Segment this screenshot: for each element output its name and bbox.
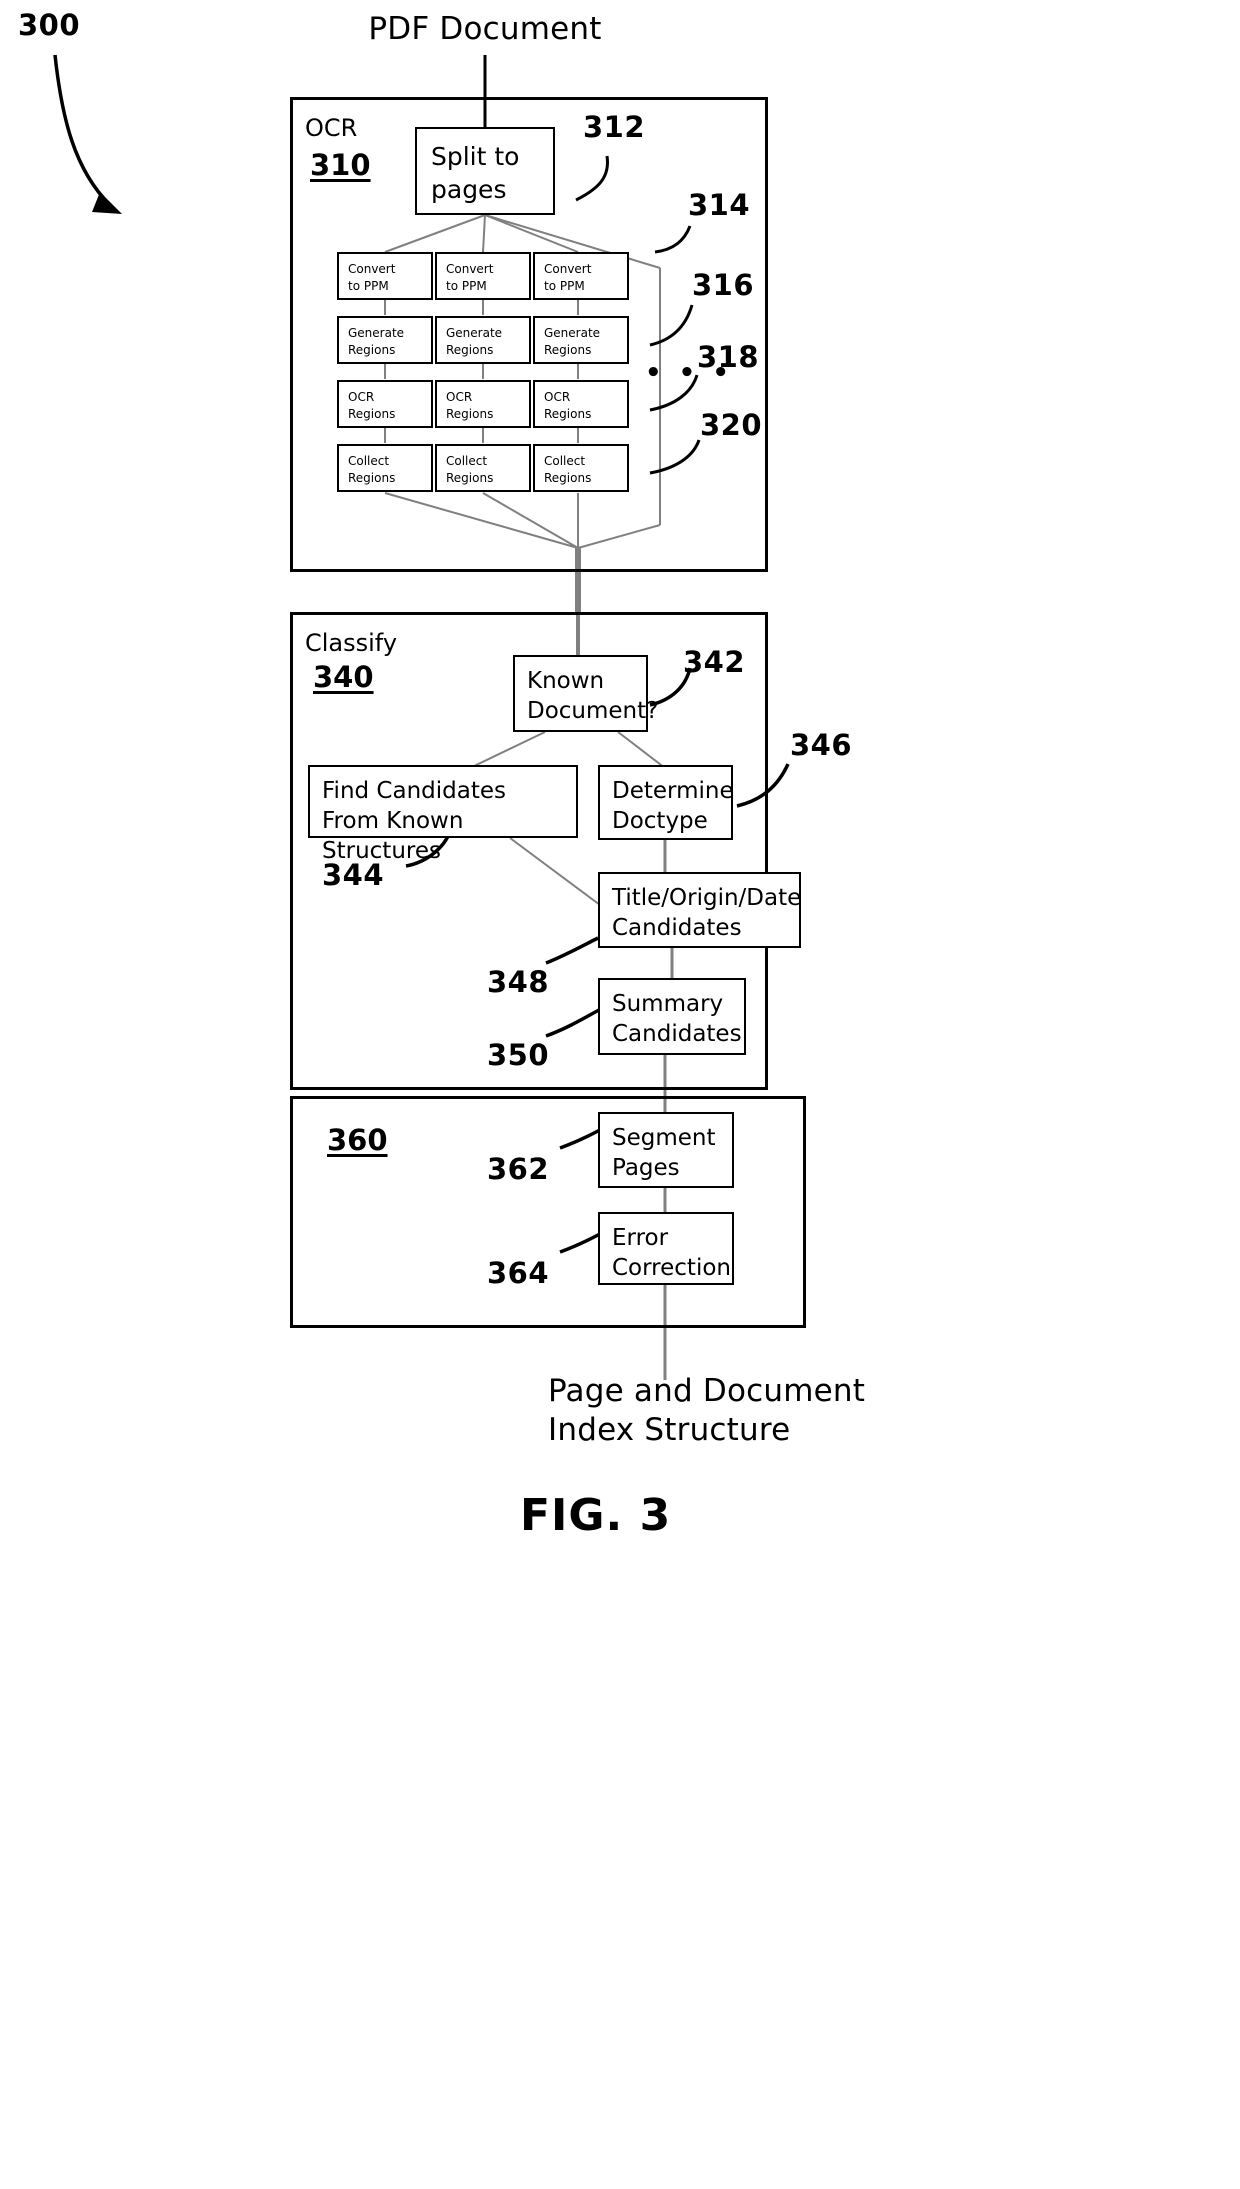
process-box-generate-regions-1[interactable]: Generate Regions [337,316,433,364]
process-box-error-correction[interactable]: Error Correction [598,1212,734,1285]
process-box-summary-candidates[interactable]: Summary Candidates [598,978,746,1055]
process-box-collect-regions-1[interactable]: Collect Regions [337,444,433,492]
section-title-ocr: OCR [305,114,358,142]
section-reference-310: 310 [310,148,371,182]
section-reference-360: 360 [327,1123,388,1157]
process-box-ocr-regions-3[interactable]: OCR Regions [533,380,629,428]
process-box-title-origin-date-candidates[interactable]: Title/Origin/Date Candidates [598,872,801,948]
reference-342: 342 [683,645,746,679]
figure-reference-300: 300 [18,8,81,42]
reference-350: 350 [487,1038,550,1072]
process-box-determine-doctype[interactable]: Determine Doctype [598,765,734,840]
process-box-collect-regions-2[interactable]: Collect Regions [435,444,531,492]
arrowhead-300 [92,192,122,214]
section-reference-340: 340 [313,660,374,694]
process-box-collect-regions-3[interactable]: Collect Regions [533,444,629,492]
reference-316: 316 [692,268,755,302]
patent-figure-page: PDF Document 300 OCR 310 Split to pages … [0,0,1240,2189]
reference-320: 320 [700,408,763,442]
process-box-convert-to-ppm-1[interactable]: Convert to PPM [337,252,433,300]
output-label-index-structure: Page and Document Index Structure [548,1373,866,1448]
process-box-convert-to-ppm-3[interactable]: Convert to PPM [533,252,629,300]
process-box-ocr-regions-1[interactable]: OCR Regions [337,380,433,428]
process-box-generate-regions-2[interactable]: Generate Regions [435,316,531,364]
reference-348: 348 [487,965,550,999]
process-box-generate-regions-3[interactable]: Generate Regions [533,316,629,364]
process-box-find-candidates[interactable]: Find Candidates From Known Structures [308,765,578,864]
process-box-convert-to-ppm-2[interactable]: Convert to PPM [435,252,531,300]
reference-312: 312 [583,110,646,144]
section-title-classify: Classify [305,629,398,657]
reference-346: 346 [790,728,853,762]
input-label-pdf-document: PDF Document [368,11,602,47]
reference-362: 362 [487,1152,550,1186]
process-box-split-to-pages[interactable]: Split to pages [415,127,555,215]
figure-caption: FIG. 3 [520,1490,672,1541]
process-box-ocr-regions-2[interactable]: OCR Regions [435,380,531,428]
reference-364: 364 [487,1256,550,1290]
decision-box-known-document[interactable]: Known Document? [513,655,658,732]
leader-300 [53,54,112,207]
reference-344: 344 [322,858,385,892]
process-box-segment-pages[interactable]: Segment Pages [598,1112,734,1188]
reference-314: 314 [688,188,751,222]
reference-318: 318 [697,340,760,374]
